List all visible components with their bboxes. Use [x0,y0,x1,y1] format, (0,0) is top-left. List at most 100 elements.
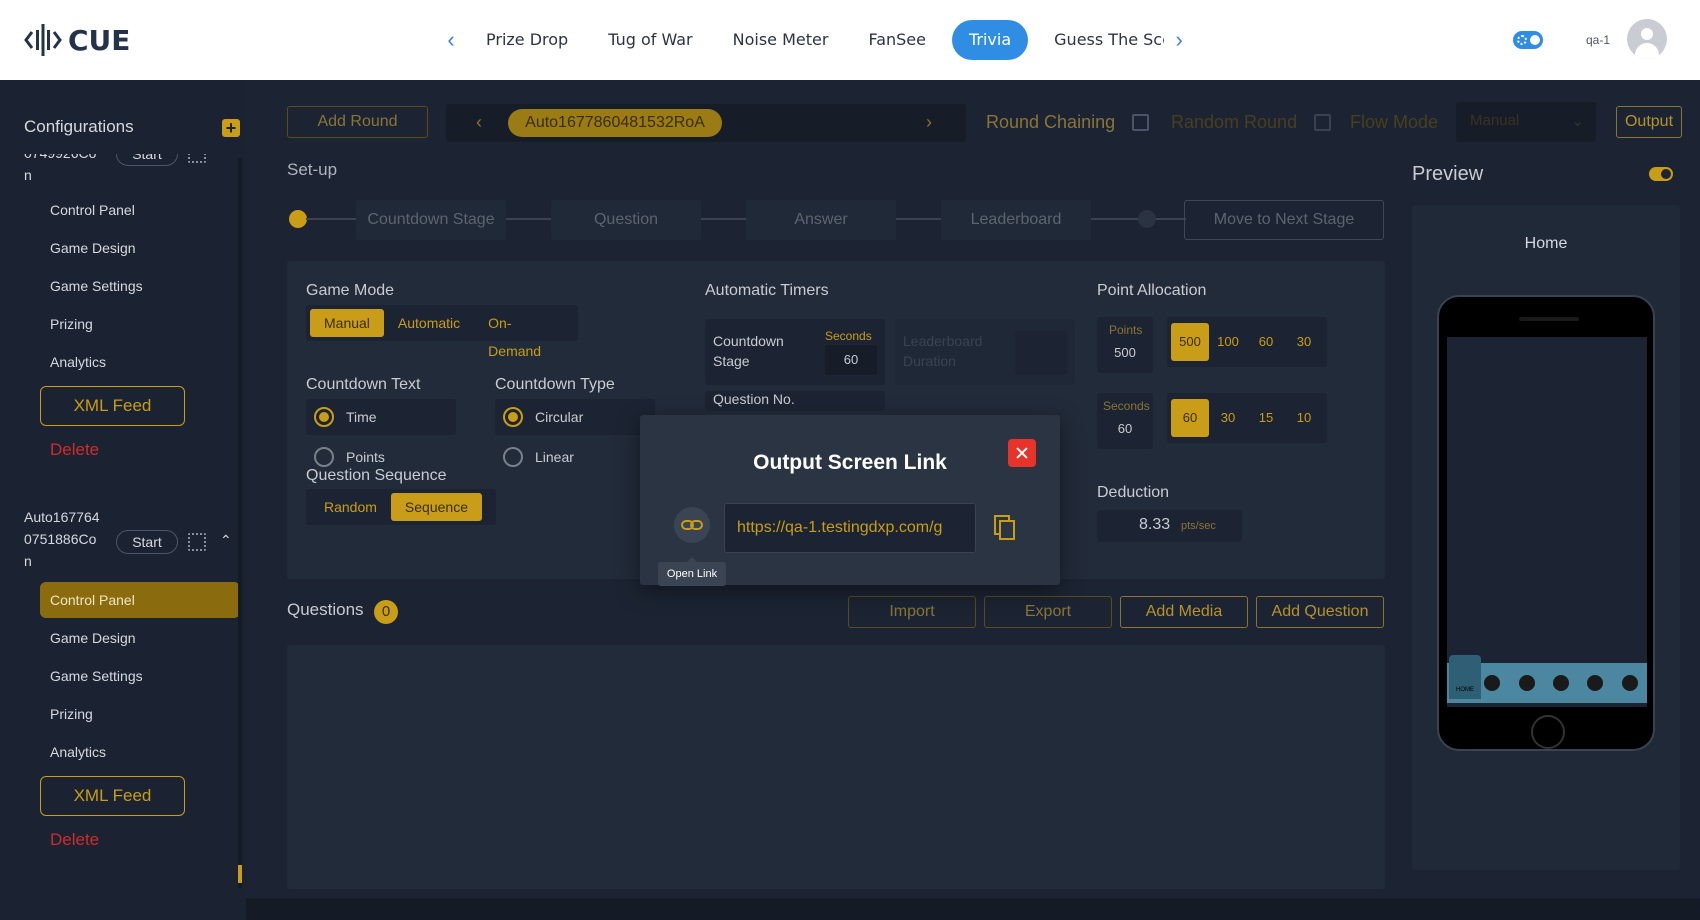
question-no-label: Question No. [713,391,795,407]
points-preset-30[interactable]: 30 [1285,323,1323,361]
leaderboard-duration-timer: Leaderboard Duration [895,319,1075,385]
theme-toggle[interactable] [1513,31,1543,49]
sidebar-item-analytics[interactable]: Analytics [40,734,238,770]
random-round-checkbox[interactable] [1314,114,1331,131]
setup-label: Set-up [287,160,338,179]
xml-feed-button[interactable]: XML Feed [40,386,185,426]
points-preset-100[interactable]: 100 [1209,323,1247,361]
qr-code-icon[interactable] [188,533,206,551]
output-screen-link-modal: Output Screen Link https://qa-1.testingd… [640,415,1060,585]
start-button[interactable]: Start [116,154,178,166]
config-name: Auto1677640751886Co n [24,509,100,569]
radio-label: Time [346,409,377,425]
countdown-text-label: Countdown Text [306,376,421,393]
seconds-preset-30[interactable]: 30 [1209,399,1247,437]
stage-leaderboard[interactable]: Leaderboard [941,200,1091,240]
tab-noise-meter[interactable]: Noise Meter [713,20,849,60]
close-icon[interactable] [1008,439,1036,467]
round-prev-arrow-icon[interactable]: ‹ [476,112,482,133]
seconds-preset-15[interactable]: 15 [1247,399,1285,437]
points-value[interactable]: 500 [1097,345,1153,360]
phone-home-tab-icon [1449,655,1481,699]
flow-mode-select[interactable]: Manual ⌄ [1456,102,1596,142]
move-to-next-stage-button[interactable]: Move to Next Stage [1184,200,1384,240]
sidebar-scrollbar[interactable] [238,158,242,888]
deduction-value[interactable]: 8.33 [1139,516,1170,534]
round-next-arrow-icon[interactable]: › [926,112,932,133]
preview-toggle[interactable] [1649,167,1673,181]
game-mode-automatic[interactable]: Automatic [384,309,474,337]
copy-icon[interactable] [994,515,1016,541]
username: qa-1 [1586,33,1611,47]
add-configuration-icon[interactable]: + [222,119,240,137]
sidebar-item-control-panel[interactable]: Control Panel [40,192,238,228]
seconds-preset-10[interactable]: 10 [1285,399,1323,437]
output-button[interactable]: Output [1616,106,1682,138]
sidebar-item-game-design[interactable]: Game Design [40,620,238,656]
sidebar-scrollbar-thumb[interactable] [238,865,242,883]
chevron-up-icon[interactable]: ⌃ [220,532,232,549]
sidebar-scroll-area: 0749926Co n Start ⌃ Control Panel Game D… [0,154,238,894]
sidebar-item-prizing[interactable]: Prizing [40,306,238,342]
sidebar-item-game-settings[interactable]: Game Settings [40,658,238,694]
xml-feed-button[interactable]: XML Feed [40,776,185,816]
question-sequence-segmented: Random Sequence [306,489,496,525]
stage-question[interactable]: Question [551,200,701,240]
qr-code-icon[interactable] [188,154,206,163]
radio-circular[interactable]: Circular [495,399,655,435]
star-badge-icon [1484,675,1501,691]
add-media-button[interactable]: Add Media [1120,596,1248,628]
start-button[interactable]: Start [116,530,178,554]
sidebar-item-analytics[interactable]: Analytics [40,344,238,380]
radio-time[interactable]: Time [306,399,456,435]
round-name[interactable]: Auto1677860481532RoA [508,109,722,137]
avatar[interactable] [1627,19,1667,59]
chevron-up-icon[interactable]: ⌃ [220,154,232,161]
delete-link[interactable]: Delete [50,440,99,460]
radio-button[interactable] [503,407,523,427]
cue-logo[interactable]: CUE [24,22,130,58]
tab-fansee[interactable]: FanSee [848,20,946,60]
tabs-next-arrow-icon[interactable]: › [1164,20,1194,60]
radio-linear[interactable]: Linear [495,439,645,475]
seconds-value[interactable]: 60 [1097,421,1153,436]
sidebar-item-game-settings[interactable]: Game Settings [40,268,238,304]
tab-guess-the-score[interactable]: Guess The Sco [1034,20,1164,60]
tab-trivia[interactable]: Trivia [951,20,1029,60]
leaderboard-duration-input[interactable] [1015,331,1067,375]
tab-prize-drop[interactable]: Prize Drop [466,20,588,60]
gamepad-icon [1518,675,1535,691]
tab-tug-of-war[interactable]: Tug of War [588,20,712,60]
radio-button[interactable] [503,447,523,467]
points-preset-60[interactable]: 60 [1247,323,1285,361]
questions-list [287,645,1385,889]
seconds-label: Seconds [825,329,872,343]
countdown-stage-seconds-input[interactable]: 60 [825,345,877,375]
round-chaining-checkbox[interactable] [1132,114,1149,131]
import-button[interactable]: Import [848,596,976,628]
countdown-stage-timer-label: Countdown Stage [713,333,784,369]
game-mode-manual[interactable]: Manual [310,309,384,337]
tabs-prev-arrow-icon[interactable]: ‹ [436,20,466,60]
sidebar-item-control-panel[interactable]: Control Panel [40,582,238,618]
sidebar-item-prizing[interactable]: Prizing [40,696,238,732]
countdown-stage-timer: Countdown Stage Seconds 60 [705,319,885,385]
points-preset-500[interactable]: 500 [1171,323,1209,361]
open-link-button[interactable] [674,507,710,543]
sequence-random[interactable]: Random [310,493,391,521]
sequence-sequence[interactable]: Sequence [390,493,482,521]
stage-answer[interactable]: Answer [746,200,896,240]
top-header: CUE ‹ Prize Drop Tug of War Noise Meter … [0,0,1700,80]
radio-button[interactable] [314,447,334,467]
stage-countdown[interactable]: Countdown Stage [356,200,506,240]
seconds-preset-60[interactable]: 60 [1171,399,1209,437]
game-mode-on-demand[interactable]: On-Demand [474,309,574,359]
add-round-button[interactable]: Add Round [287,106,428,138]
export-button[interactable]: Export [984,596,1112,628]
radio-button[interactable] [314,407,334,427]
add-question-button[interactable]: Add Question [1256,596,1384,628]
deduction-box: 8.33 pts/sec [1097,510,1242,542]
sidebar-item-game-design[interactable]: Game Design [40,230,238,266]
output-link-field[interactable]: https://qa-1.testingdxp.com/g [724,503,976,553]
delete-link[interactable]: Delete [50,830,99,850]
